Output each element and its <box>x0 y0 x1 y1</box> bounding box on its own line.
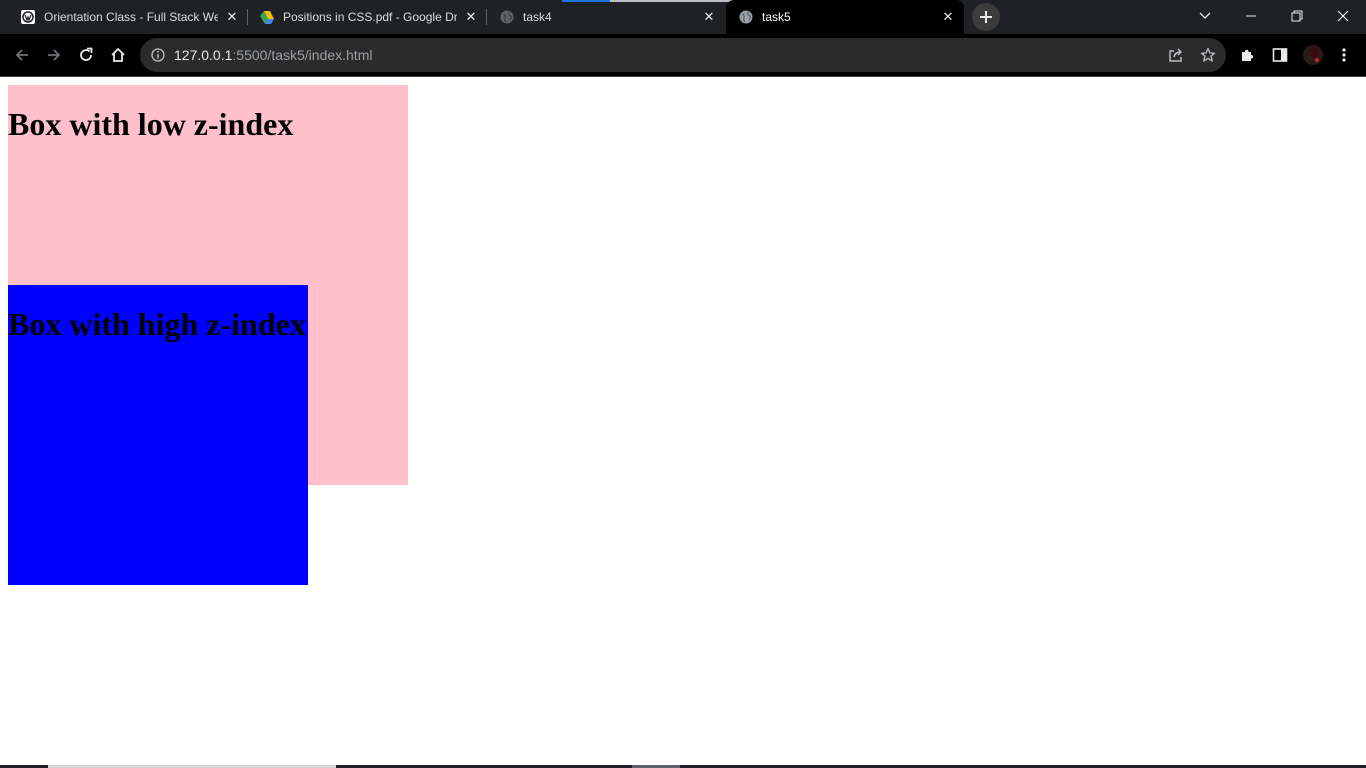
globe-icon <box>738 9 754 25</box>
close-icon <box>1337 10 1349 22</box>
restore-icon <box>1291 10 1303 22</box>
avatar <box>1303 45 1323 65</box>
browser-toolbar: 127.0.0.1:5500/task5/index.html <box>0 34 1366 76</box>
high-box-heading: Box with high z-index <box>8 306 306 342</box>
reload-icon <box>80 47 93 61</box>
close-window-button[interactable] <box>1320 0 1366 32</box>
low-box-heading: Box with low z-index <box>8 106 294 142</box>
plus-icon <box>980 11 992 23</box>
minimize-icon <box>1246 15 1256 17</box>
restore-button[interactable] <box>1274 0 1320 32</box>
address-bar[interactable]: 127.0.0.1:5500/task5/index.html <box>140 38 1226 72</box>
forward-button[interactable] <box>38 39 70 71</box>
profile-button[interactable] <box>1297 39 1329 71</box>
url-path: :5500/task5/index.html <box>232 47 373 63</box>
puzzle-icon <box>1242 49 1254 61</box>
url-text: 127.0.0.1:5500/task5/index.html <box>174 47 372 63</box>
tab-positions-in-css[interactable]: Positions in CSS.pdf - Google Dr ✕ <box>247 0 487 34</box>
close-icon[interactable]: ✕ <box>938 7 958 27</box>
side-panel-button[interactable] <box>1264 39 1296 71</box>
chevron-down-icon <box>1199 12 1211 19</box>
side-panel-icon <box>1272 48 1288 62</box>
menu-button[interactable] <box>1328 39 1360 71</box>
bookmark-button[interactable] <box>1196 43 1220 67</box>
info-icon[interactable] <box>150 47 166 63</box>
globe-icon <box>499 9 515 25</box>
tab-title: Orientation Class - Full Stack We <box>44 10 218 24</box>
more-vert-icon <box>1342 48 1346 62</box>
star-icon <box>1200 47 1216 62</box>
page-viewport: Box with low z-index Box with high z-ind… <box>0 77 1366 765</box>
reload-button[interactable] <box>70 39 102 71</box>
home-icon <box>111 47 125 62</box>
close-icon[interactable]: ✕ <box>222 7 242 27</box>
home-button[interactable] <box>102 39 134 71</box>
google-drive-icon <box>259 9 275 25</box>
tab-task4[interactable]: task4 ✕ <box>487 0 725 34</box>
loading-indicator <box>562 0 610 2</box>
extensions-button[interactable] <box>1232 39 1264 71</box>
share-button[interactable] <box>1164 43 1188 67</box>
new-tab-button[interactable] <box>972 3 1000 31</box>
tab-strip: Orientation Class - Full Stack We ✕ Posi… <box>0 0 1366 34</box>
tab-title: Positions in CSS.pdf - Google Dr <box>283 10 457 24</box>
close-icon[interactable]: ✕ <box>461 7 481 27</box>
tab-task5[interactable]: task5 ✕ <box>726 0 964 34</box>
tab-search-button[interactable] <box>1182 0 1228 32</box>
arrow-left-icon <box>15 49 28 61</box>
close-icon[interactable]: ✕ <box>699 7 719 27</box>
tab-title: task4 <box>523 10 552 24</box>
arrow-right-icon <box>48 49 61 61</box>
tab-title: task5 <box>762 10 791 24</box>
tab-orientation-class[interactable]: Orientation Class - Full Stack We ✕ <box>8 0 248 34</box>
wordpress-icon <box>20 9 36 25</box>
url-host: 127.0.0.1 <box>174 47 233 63</box>
back-button[interactable] <box>6 39 38 71</box>
high-z-index-box: Box with high z-index <box>8 285 308 585</box>
share-icon <box>1169 48 1182 62</box>
minimize-button[interactable] <box>1228 0 1274 32</box>
